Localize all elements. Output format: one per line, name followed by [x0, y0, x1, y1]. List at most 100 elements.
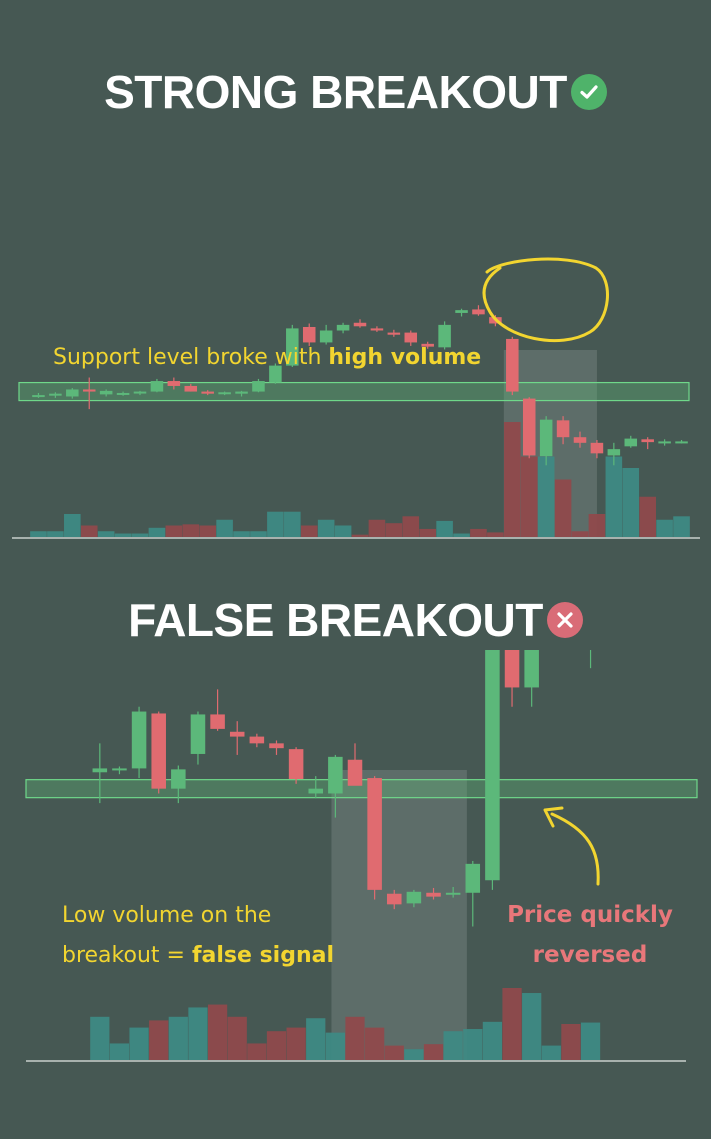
candle-body	[49, 393, 62, 396]
candle-body	[524, 650, 539, 688]
volume-bar	[90, 1016, 110, 1060]
volume-bar	[80, 525, 98, 537]
volume-bar	[286, 1027, 306, 1060]
candle-body	[455, 310, 468, 313]
annotation-low-volume: Low volume on the breakout = false signa…	[62, 896, 334, 976]
volume-bar	[149, 1020, 169, 1060]
candle-body	[131, 711, 147, 769]
false-breakout-chart	[25, 650, 698, 1062]
volume-bar	[504, 422, 521, 537]
volume-bar	[673, 516, 690, 537]
volume-bar	[345, 1016, 365, 1060]
annotation-line2: reversed	[532, 942, 648, 968]
volume-bar	[351, 534, 369, 537]
candle-body	[438, 324, 451, 348]
volume-bar	[487, 532, 504, 537]
volume-bar	[233, 531, 250, 537]
candle-body	[151, 713, 166, 789]
volume-bar	[443, 1031, 463, 1060]
volume-bar	[522, 993, 542, 1060]
check-icon	[570, 74, 607, 110]
candle-body	[504, 650, 520, 688]
volume-bar	[325, 1032, 345, 1060]
candle-body	[387, 332, 401, 335]
volume-bar	[423, 1044, 444, 1060]
volume-bar	[365, 1027, 385, 1060]
support-zone	[18, 381, 690, 402]
volume-bar	[216, 519, 233, 537]
volume-bar	[64, 514, 81, 537]
candle-body	[465, 863, 481, 893]
chart-title-false-breakout: FALSE BREAKOUT	[0, 592, 711, 648]
volume-bar	[267, 511, 284, 537]
candle-body	[150, 381, 164, 392]
volume-bar	[30, 531, 47, 537]
candle-body	[445, 892, 461, 895]
volume-bar	[188, 1007, 208, 1060]
volume-bar	[502, 988, 522, 1060]
volume-bar	[622, 468, 640, 537]
candle-body	[252, 381, 265, 392]
volume-bar	[419, 528, 436, 537]
candle-body	[522, 398, 536, 456]
annotation-high-volume: Support level broke with high volume	[53, 345, 481, 370]
candle-body	[167, 381, 181, 386]
candle-body	[406, 891, 422, 904]
volume-bar	[554, 479, 572, 537]
candle-body	[485, 650, 500, 881]
candle-body	[190, 714, 206, 754]
strong-breakout-chart	[12, 257, 700, 539]
candle-body	[675, 441, 688, 444]
title-text: FALSE BREAKOUT	[128, 594, 543, 646]
volume-bar	[384, 1045, 404, 1060]
volume-bar	[247, 1043, 267, 1060]
cross-icon	[546, 602, 583, 638]
volume-bar	[404, 1049, 424, 1060]
candle-body	[92, 768, 108, 773]
candle-body	[426, 892, 441, 897]
volume-bar	[368, 519, 386, 537]
volume-bar	[300, 525, 318, 537]
volume-bar	[580, 1022, 601, 1060]
candle-body	[539, 419, 553, 457]
candle-body	[624, 438, 638, 447]
candle-body	[573, 437, 587, 443]
candle-body	[116, 392, 130, 395]
candle-body	[66, 389, 79, 397]
candle-body	[556, 420, 570, 438]
annotation-emphasis: high volume	[328, 345, 482, 370]
candle-body	[82, 389, 96, 392]
volume-bar	[131, 533, 149, 537]
candle-body	[210, 714, 225, 729]
volume-bar	[168, 1016, 188, 1060]
volume-bar	[588, 514, 606, 537]
candle-body	[336, 324, 350, 331]
candle-body	[353, 322, 367, 327]
volume-bar	[114, 533, 132, 537]
candle-body	[201, 391, 214, 394]
candle-body	[32, 395, 45, 398]
candle-body	[235, 391, 248, 394]
candle-body	[184, 385, 198, 392]
volume-bar	[436, 520, 453, 537]
volume-bar	[402, 516, 420, 537]
volume-bar	[605, 456, 623, 537]
candle-body	[218, 392, 231, 395]
volume-bar	[148, 527, 166, 537]
volume-bar	[561, 1024, 581, 1060]
annotation-line1: Price quickly	[507, 902, 673, 928]
volume-bar	[520, 456, 538, 537]
candle-body	[370, 328, 384, 331]
volume-bar	[165, 525, 183, 537]
volume-bar	[182, 524, 200, 537]
volume-bar	[199, 525, 216, 537]
candle-body	[112, 768, 127, 771]
candle-body	[590, 442, 604, 454]
candle-body	[607, 449, 621, 456]
candle-body	[367, 778, 382, 890]
candle-body	[229, 731, 245, 737]
volume-bar	[463, 1029, 483, 1060]
candle-body	[288, 749, 304, 780]
candle-body	[302, 326, 316, 343]
annotation-price-reversed: Price quickly reversed	[500, 895, 680, 975]
